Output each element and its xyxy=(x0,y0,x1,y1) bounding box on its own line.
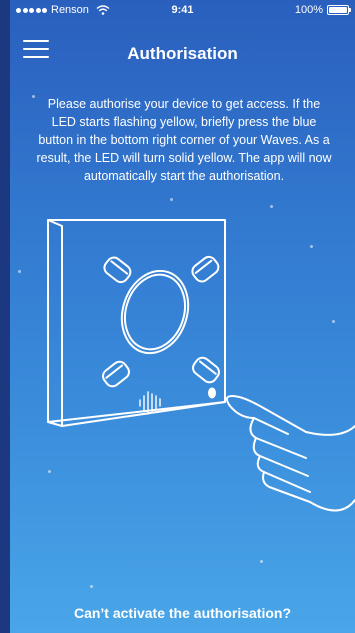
star-decoration xyxy=(32,95,35,98)
page-title: Authorisation xyxy=(127,44,238,63)
authorisation-instructions: Please authorise your device to get acce… xyxy=(36,97,332,183)
battery-percentage: 100% xyxy=(294,4,323,16)
star-decoration xyxy=(90,585,93,588)
waves-device-press-button-illustration xyxy=(47,219,355,512)
authorisation-screen: Renson 9:41 100% Authorisation Please au… xyxy=(10,0,355,633)
cant-activate-authorisation-link[interactable]: Can’t activate the authorisation? xyxy=(10,605,355,621)
nav-bar: Authorisation xyxy=(10,20,355,86)
battery-status: 100% xyxy=(294,4,351,16)
battery-icon xyxy=(327,5,351,15)
waves-device-icon xyxy=(47,219,226,427)
pressing-hand-icon xyxy=(226,395,355,512)
status-bar: Renson 9:41 100% xyxy=(10,0,355,20)
hamburger-menu-icon xyxy=(23,40,49,42)
star-decoration xyxy=(260,560,263,563)
